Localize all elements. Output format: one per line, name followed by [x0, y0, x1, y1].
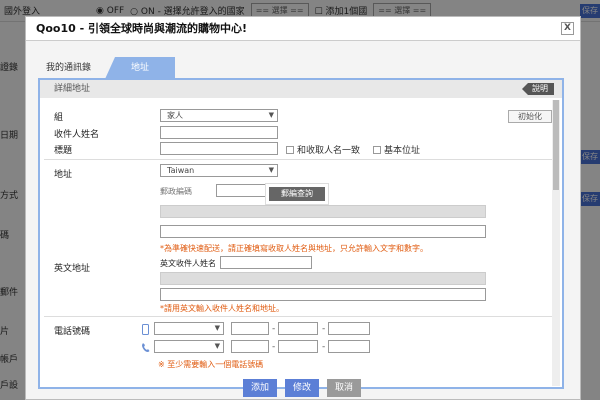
cancel-button[interactable]: 取消 — [327, 379, 361, 397]
address-dialog: Qoo10 - 引領全球時尚與潮流的購物中心! X 我的通訊錄 地址 詳細地址 … — [25, 16, 581, 400]
phone-prefix-select[interactable] — [154, 340, 224, 353]
dialog-title-bar: Qoo10 - 引領全球時尚與潮流的購物中心! X — [26, 17, 580, 41]
mobile-phone-icon — [142, 324, 149, 335]
dash: - — [272, 342, 276, 352]
title-input[interactable] — [160, 142, 278, 155]
address-label: 地址 — [54, 170, 73, 180]
phone-label: 電話號碼 — [54, 327, 91, 337]
zip-search-label: 郵編查詢 — [269, 187, 325, 201]
same-as-recipient-checkbox[interactable]: 和收取人名一致 — [286, 143, 360, 156]
dash: - — [272, 324, 276, 334]
phone-part-3[interactable] — [328, 340, 370, 353]
address-line-1 — [160, 205, 486, 218]
scrollbar-thumb[interactable] — [553, 100, 559, 190]
phone-note: ※ 至少需要輸入一個電話號碼 — [158, 360, 264, 369]
english-recipient-label: 英文收件人姓名 — [160, 259, 216, 268]
dash: - — [322, 324, 326, 334]
reset-button[interactable]: 初始化 — [508, 110, 552, 123]
address-panel: 詳細地址 說明 初始化 組 家人 收件人姓名 標題 和收取人名一致 基本位址 地… — [38, 78, 564, 389]
address-note: *為準確快速配送，請正確填寫收取人姓名與地址，只允許輸入文字和數字。 — [160, 244, 428, 253]
zip-label: 郵政編碼 — [160, 187, 192, 196]
dialog-tabs: 我的通訊錄 地址 — [38, 57, 176, 79]
section-header: 詳細地址 說明 — [40, 80, 562, 98]
edit-button[interactable]: 修改 — [285, 379, 319, 397]
english-address-line-1 — [160, 272, 486, 285]
english-address-label: 英文地址 — [54, 264, 91, 274]
recipient-name-label: 收件人姓名 — [54, 130, 100, 140]
help-tag[interactable]: 說明 — [522, 83, 554, 95]
recipient-name-input[interactable] — [160, 126, 278, 139]
dash: - — [322, 342, 326, 352]
tab-address[interactable]: 地址 — [105, 57, 176, 79]
checkbox-icon — [286, 145, 294, 154]
english-address-line-2[interactable] — [160, 288, 486, 301]
title-label: 標題 — [54, 146, 73, 156]
same-as-recipient-label: 和收取人名一致 — [297, 146, 361, 156]
english-note: *請用英文輸入收件人姓名和地址。 — [160, 304, 284, 313]
divider — [44, 159, 558, 160]
add-button[interactable]: 添加 — [243, 379, 277, 397]
group-label: 組 — [54, 113, 64, 123]
address-line-2[interactable] — [160, 225, 486, 238]
group-select[interactable]: 家人 — [160, 109, 278, 122]
zip-search-button[interactable]: 郵編查詢 — [266, 184, 328, 204]
scrollbar[interactable] — [552, 100, 560, 386]
english-recipient-input[interactable] — [220, 256, 312, 269]
section-title: 詳細地址 — [54, 84, 91, 94]
mobile-prefix-select[interactable] — [154, 322, 224, 335]
country-select[interactable]: Taiwan — [160, 164, 278, 177]
phone-part-1[interactable] — [231, 340, 269, 353]
zip-input[interactable] — [216, 184, 266, 197]
close-icon[interactable]: X — [561, 22, 574, 35]
default-address-label: 基本位址 — [384, 146, 421, 156]
default-address-checkbox[interactable]: 基本位址 — [373, 143, 420, 156]
mobile-part-3[interactable] — [328, 322, 370, 335]
checkbox-icon — [373, 145, 381, 154]
telephone-icon — [142, 343, 150, 352]
divider — [44, 316, 558, 317]
dialog-title: Qoo10 - 引領全球時尚與潮流的購物中心! — [36, 22, 248, 35]
tab-contacts[interactable]: 我的通訊錄 — [38, 57, 99, 79]
mobile-part-1[interactable] — [231, 322, 269, 335]
mobile-part-2[interactable] — [278, 322, 318, 335]
phone-part-2[interactable] — [278, 340, 318, 353]
